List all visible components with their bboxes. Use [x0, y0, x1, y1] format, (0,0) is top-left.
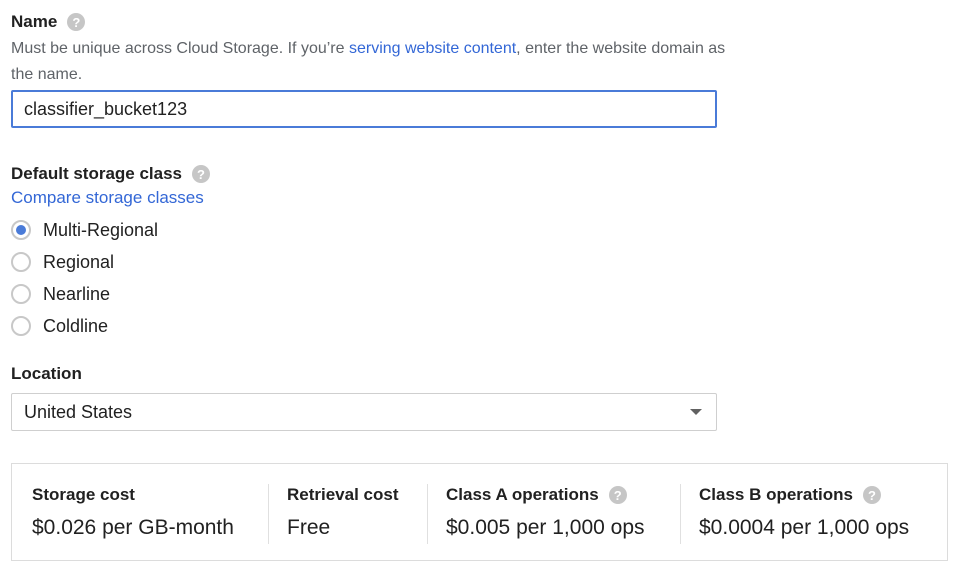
radio-button[interactable] — [11, 284, 31, 304]
cost-value: Free — [287, 516, 331, 539]
help-circle-icon[interactable]: ? — [608, 486, 627, 504]
cost-title-text: Class A operations — [446, 485, 599, 504]
cost-title-text: Storage cost — [32, 485, 135, 504]
radio-label: Nearline — [43, 283, 111, 304]
bucket-name-input[interactable] — [11, 90, 717, 128]
cost-value: $0.0004 per 1,000 ops — [699, 516, 910, 539]
storage-class-label: Default storage class — [11, 164, 183, 183]
cost-title: Class B operations ? — [699, 484, 909, 506]
cost-column-class-a: Class A operations ? $0.005 per 1,000 op… — [446, 484, 645, 544]
divider — [680, 484, 681, 544]
divider — [427, 484, 428, 544]
radio-option-regional[interactable]: Regional — [11, 246, 210, 278]
radio-option-nearline[interactable]: Nearline — [11, 278, 210, 310]
compare-storage-classes-link[interactable]: Compare storage classes — [11, 188, 210, 208]
chevron-down-icon — [690, 409, 702, 415]
storage-class-radio-group: Multi-Regional Regional Nearline Coldlin… — [11, 214, 210, 342]
cost-title-text: Class B operations — [699, 485, 853, 504]
location-select[interactable]: United States — [11, 393, 717, 431]
radio-label: Regional — [43, 251, 115, 272]
name-section: Name ? Must be unique across Cloud Stora… — [11, 12, 731, 88]
radio-button[interactable] — [11, 252, 31, 272]
cost-value: $0.026 per GB-month — [32, 516, 234, 539]
help-circle-icon[interactable]: ? — [67, 13, 86, 31]
radio-button-selected[interactable] — [11, 220, 31, 240]
name-desc-before: Must be unique across Cloud Storage. If … — [11, 40, 349, 57]
cost-value: $0.005 per 1,000 ops — [446, 516, 645, 539]
divider — [268, 484, 269, 544]
name-label: Name — [11, 12, 58, 31]
cost-title: Storage cost — [32, 484, 234, 506]
storage-class-section: Default storage class ? Compare storage … — [11, 164, 211, 342]
cost-title-text: Retrieval cost — [287, 485, 399, 504]
cost-summary-panel: Storage cost $0.026 per GB-month Retriev… — [11, 463, 948, 561]
cost-column-class-b: Class B operations ? $0.0004 per 1,000 o… — [699, 484, 909, 544]
name-description: Must be unique across Cloud Storage. If … — [11, 36, 731, 88]
radio-button[interactable] — [11, 316, 31, 336]
cost-title: Retrieval cost — [287, 484, 399, 506]
storage-class-label-row: Default storage class ? — [11, 164, 211, 184]
radio-option-multi-regional[interactable]: Multi-Regional — [11, 214, 210, 246]
radio-option-coldline[interactable]: Coldline — [11, 310, 210, 342]
location-label-row: Location — [11, 364, 82, 384]
serving-website-content-link[interactable]: serving website content — [349, 40, 516, 57]
location-selected-value: United States — [24, 401, 133, 422]
radio-label: Multi-Regional — [43, 219, 159, 240]
help-circle-icon[interactable]: ? — [863, 486, 881, 504]
radio-label: Coldline — [43, 315, 109, 336]
location-label: Location — [11, 364, 82, 383]
cost-title: Class A operations ? — [446, 484, 645, 506]
name-label-row: Name ? — [11, 12, 731, 32]
cost-column-retrieval: Retrieval cost Free — [287, 484, 399, 544]
cost-column-storage: Storage cost $0.026 per GB-month — [32, 484, 234, 544]
help-circle-icon[interactable]: ? — [192, 165, 211, 183]
